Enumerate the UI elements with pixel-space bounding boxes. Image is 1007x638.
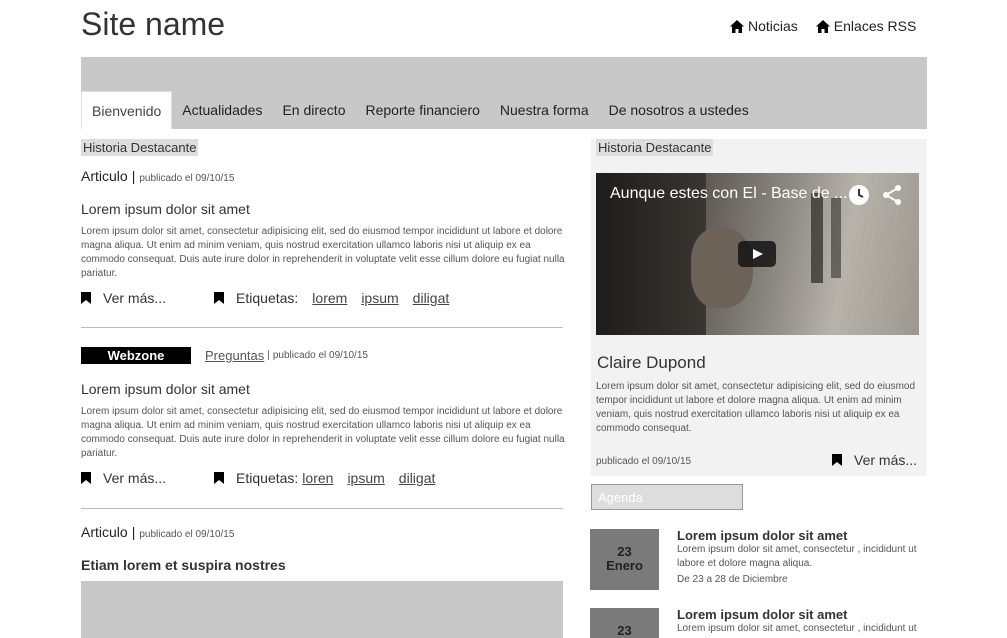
clock-icon[interactable] [848, 184, 870, 206]
site-name[interactable]: Site name [81, 6, 225, 43]
tags-label: Etiquetas: [236, 290, 299, 306]
article-date: publicado el 09/10/15 [139, 529, 235, 540]
article-body: Lorem ipsum dolor sit amet, consectetur … [81, 226, 565, 279]
separator: | [267, 350, 270, 361]
tab-nuestra-forma[interactable]: Nuestra forma [490, 91, 599, 129]
article-body: Lorem ipsum dolor sit amet, consectetur … [81, 406, 565, 459]
tag-link[interactable]: diligat [413, 290, 450, 306]
event-day: 23 [617, 544, 632, 559]
article-actions: Ver más... Etiquetas: loren ipsum diliga… [81, 470, 435, 486]
webzone-badge: Webzone [81, 347, 191, 364]
tag-link[interactable]: lorem [312, 290, 347, 306]
article-2-header: Webzone Preguntas | publicado el 09/10/1… [81, 347, 368, 364]
tags-label: Etiquetas: [236, 470, 299, 486]
featured-label: Historia Destacante [596, 139, 714, 156]
article-image-placeholder [81, 581, 563, 638]
event-range: De 23 a 28 de Diciembre [677, 574, 788, 585]
article-date: publicado el 09/10/15 [139, 173, 235, 184]
person-actions: Ver más... [832, 452, 917, 468]
event-month: Enero [606, 558, 643, 573]
person-name[interactable]: Claire Dupond [597, 353, 706, 373]
tab-reporte-financiero[interactable]: Reporte financiero [356, 91, 490, 129]
divider [81, 508, 563, 509]
article-actions: Ver más... Etiquetas: lorem ipsum diliga… [81, 290, 449, 306]
separator: | [131, 524, 136, 540]
article-type[interactable]: Articulo [81, 524, 128, 540]
article-3-header: Articulo | publicado el 09/10/15 [81, 524, 234, 540]
read-more-link[interactable]: Ver más... [103, 470, 166, 486]
article-title[interactable]: Lorem ipsum dolor sit amet [81, 201, 250, 217]
bookmark-icon [81, 472, 91, 484]
bookmark-icon [214, 472, 225, 484]
article-date: publicado el 09/10/15 [272, 350, 368, 361]
noticias-link[interactable]: Noticias [730, 18, 798, 34]
tag-link[interactable]: ipsum [361, 290, 398, 306]
event-body: Lorem ipsum dolor sit amet, consectetur … [677, 623, 917, 634]
video-scene-toy [691, 228, 753, 308]
tab-actualidades[interactable]: Actualidades [172, 91, 272, 129]
event-date: 23 Enero [590, 529, 659, 590]
read-more-link[interactable]: Ver más... [103, 290, 166, 306]
tab-de-nosotros[interactable]: De nosotros a ustedes [599, 91, 759, 129]
bookmark-icon [832, 454, 842, 466]
person-date: publicado el 09/10/15 [596, 456, 692, 467]
bookmark-icon [81, 292, 91, 304]
home-icon [730, 19, 744, 33]
rss-label: Enlaces RSS [833, 18, 917, 34]
event-title[interactable]: Lorem ipsum dolor sit amet [677, 528, 847, 543]
tag-link[interactable]: loren [302, 470, 333, 486]
divider [81, 327, 563, 328]
tag-link[interactable]: diligat [399, 470, 436, 486]
separator: | [131, 168, 136, 184]
tab-en-directo[interactable]: En directo [272, 91, 355, 129]
article-title[interactable]: Etiam lorem et suspira nostres [81, 557, 286, 573]
tab-bienvenido[interactable]: Bienvenido [81, 91, 173, 129]
rss-link[interactable]: Enlaces RSS [815, 18, 917, 34]
agenda-header[interactable]: Agenda [591, 484, 743, 510]
video-title[interactable]: Aunque estes con El - Base de ... [610, 185, 847, 203]
article-type-link[interactable]: Preguntas [205, 348, 264, 363]
event-title[interactable]: Lorem ipsum dolor sit amet [677, 607, 847, 622]
header-links: Noticias Enlaces RSS [730, 18, 916, 34]
event-body: Lorem ipsum dolor sit amet, consectetur … [677, 544, 917, 569]
person-body: Lorem ipsum dolor sit amet, consectetur … [596, 381, 916, 434]
main-nav: Bienvenido Actualidades En directo Repor… [81, 91, 759, 129]
read-more-link[interactable]: Ver más... [854, 452, 917, 468]
video-player[interactable]: Aunque estes con El - Base de ... [596, 173, 919, 335]
article-title[interactable]: Lorem ipsum dolor sit amet [81, 381, 250, 397]
event-date: 23 [590, 608, 659, 638]
home-icon [815, 19, 830, 33]
article-1-header: Articulo | publicado el 09/10/15 [81, 168, 234, 184]
noticias-label: Noticias [748, 18, 798, 34]
play-button[interactable] [738, 241, 776, 267]
article-type[interactable]: Articulo [81, 168, 128, 184]
share-icon[interactable] [881, 184, 903, 206]
event-day: 23 [617, 623, 632, 638]
featured-label: Historia Destacante [81, 139, 199, 156]
tag-link[interactable]: ipsum [347, 470, 384, 486]
bookmark-icon [214, 292, 225, 304]
video-scene-figure [831, 198, 841, 278]
video-scene-figure [811, 193, 823, 283]
